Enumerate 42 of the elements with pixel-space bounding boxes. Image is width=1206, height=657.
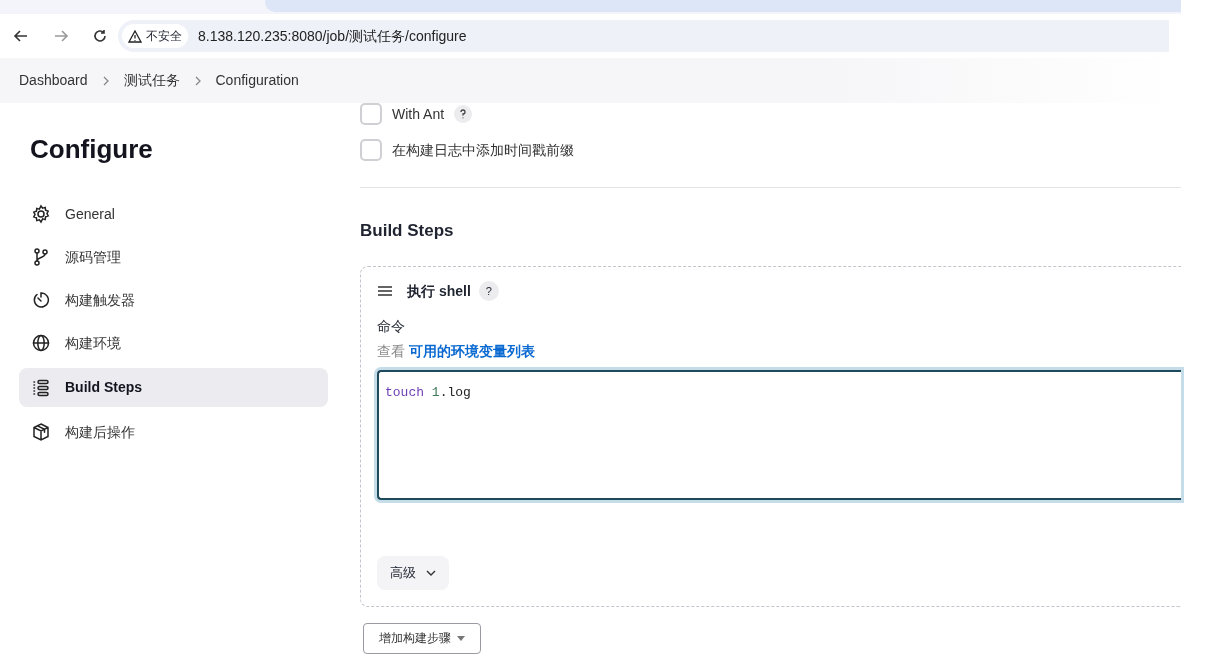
address-bar[interactable]: 不安全 8.138.120.235:8080/job/测试任务/configure bbox=[118, 20, 1169, 52]
page-title: Configure bbox=[30, 133, 154, 166]
section-title: Build Steps bbox=[360, 220, 455, 242]
timer-icon bbox=[31, 290, 51, 310]
box-icon bbox=[31, 422, 51, 442]
globe-icon bbox=[31, 333, 51, 353]
help-icon[interactable] bbox=[454, 105, 473, 123]
list-icon bbox=[31, 377, 51, 398]
caret-icon bbox=[457, 635, 465, 641]
step-title: 执行 shell bbox=[407, 281, 471, 301]
command-field[interactable]: touch 1.log bbox=[377, 369, 1181, 500]
sidebar-item[interactable]: 构建环境 bbox=[19, 325, 328, 361]
drag-handle-icon[interactable] bbox=[377, 285, 393, 297]
security-label: 不安全 bbox=[146, 28, 182, 45]
breadcrumb-link[interactable]: 测试任务 bbox=[123, 70, 180, 91]
chevron-icon bbox=[193, 75, 202, 86]
sidebar-item[interactable]: Build Steps bbox=[19, 368, 328, 407]
help-button[interactable]: ? bbox=[478, 281, 499, 301]
code-line: touch 1.log bbox=[385, 383, 471, 402]
env-vars-link[interactable]: 可用的环境变量列表 bbox=[409, 340, 535, 362]
reload-icon[interactable] bbox=[92, 28, 108, 44]
breadcrumb-link[interactable]: Configuration bbox=[215, 70, 299, 91]
branch-icon bbox=[31, 247, 51, 267]
settings-icon bbox=[31, 204, 51, 224]
breadcrumb-link[interactable]: Dashboard bbox=[19, 70, 88, 91]
sidebar-item[interactable]: 源码管理 bbox=[19, 239, 328, 275]
sidebar-item[interactable]: 构建触发器 bbox=[19, 282, 328, 318]
url-text: 8.138.120.235:8080/job/测试任务/configure bbox=[198, 26, 467, 46]
hint-text: 查看 bbox=[377, 341, 405, 361]
warning-icon bbox=[128, 29, 142, 43]
advanced-button[interactable]: 高级 bbox=[377, 555, 449, 590]
chevron-down-icon bbox=[426, 569, 436, 576]
sidebar-item[interactable]: 构建后操作 bbox=[19, 414, 328, 450]
chevron-icon bbox=[101, 75, 110, 86]
checkbox[interactable] bbox=[360, 139, 382, 161]
checkbox-label: With Ant bbox=[392, 104, 445, 124]
sidebar-item[interactable]: General bbox=[19, 196, 328, 232]
checkbox-label: 在构建日志中添加时间戳前缀 bbox=[392, 140, 574, 160]
add-build-step-button[interactable]: 增加构建步骤 bbox=[363, 622, 481, 654]
security-badge[interactable]: 不安全 bbox=[122, 24, 188, 48]
checkbox[interactable] bbox=[360, 103, 382, 125]
field-label: 命令 bbox=[377, 316, 406, 336]
